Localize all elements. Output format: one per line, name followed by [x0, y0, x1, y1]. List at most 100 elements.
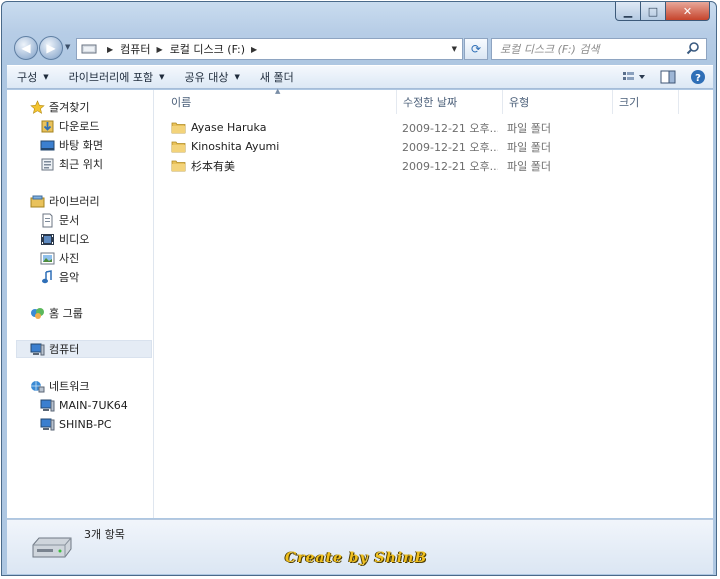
organize-menu[interactable]: 구성 ▼ — [7, 66, 59, 88]
watermark: Create by ShinB — [285, 550, 428, 566]
nav-pictures-label: 사진 — [59, 252, 80, 265]
nav-libraries-label: 라이브러리 — [49, 195, 100, 208]
minimize-button[interactable]: ▁ — [615, 2, 641, 21]
column-header-name[interactable]: 이름 ▲ — [155, 87, 397, 114]
command-bar: 구성 ▼ 라이브러리에 포함 ▼ 공유 대상 ▼ 새 폴더 ? — [7, 65, 713, 89]
search-input[interactable]: 로컬 디스크 (F:) 검색 — [491, 38, 707, 60]
star-icon — [29, 99, 45, 115]
network-computer-icon — [39, 397, 55, 413]
column-header-type[interactable]: 유형 — [503, 90, 613, 114]
file-name: Ayase Haruka — [191, 121, 267, 134]
homegroup-icon — [29, 305, 45, 321]
folder-icon — [171, 160, 186, 172]
file-modified: 2009-12-21 오후... — [402, 121, 498, 135]
nav-main-7uk64-label: MAIN-7UK64 — [59, 398, 128, 412]
search-icon[interactable] — [686, 41, 700, 55]
new-folder-button[interactable]: 새 폴더 — [250, 66, 304, 88]
address-history-dropdown[interactable]: ▼ — [452, 45, 457, 53]
content-area: 즐겨찾기 다운로드 바탕 화면 최근 위치 라이브러리 문서 비디오 사진 음악… — [7, 87, 713, 518]
refresh-button[interactable]: ⟳ — [464, 38, 488, 60]
nav-computer-label: 컴퓨터 — [49, 343, 80, 356]
chevron-down-icon: ▼ — [234, 73, 240, 81]
computer-location-icon — [81, 42, 97, 56]
nav-documents-label: 문서 — [59, 214, 80, 227]
navigation-row: ◀ ▶ ▼ ▶ 컴퓨터 ▶ 로컬 디스크 (F:) ▶ ▼ ⟳ 로컬 디스크 (… — [2, 30, 716, 64]
nav-favorites[interactable]: 즐겨찾기 — [29, 98, 175, 116]
search-placeholder: 로컬 디스크 (F:) 검색 — [500, 43, 600, 56]
new-folder-label: 새 폴더 — [259, 71, 294, 84]
file-modified: 2009-12-21 오후... — [402, 140, 498, 154]
nav-music-label: 음악 — [59, 271, 80, 284]
organize-label: 구성 — [17, 71, 38, 84]
nav-network[interactable]: 네트워크 — [29, 377, 175, 395]
computer-icon — [29, 341, 45, 357]
nav-desktop-label: 바탕 화면 — [59, 139, 103, 152]
caption-buttons: ▁ □ ✕ — [615, 2, 710, 21]
table-row[interactable]: Kinoshita Ayumi 2009-12-21 오후... 파일 폴더 — [155, 137, 713, 156]
column-header-size[interactable]: 크기 — [613, 90, 679, 114]
drive-icon — [32, 537, 72, 558]
back-button[interactable]: ◀ — [14, 36, 38, 60]
network-icon — [29, 378, 45, 394]
navigation-pane[interactable]: 즐겨찾기 다운로드 바탕 화면 최근 위치 라이브러리 문서 비디오 사진 음악… — [7, 90, 154, 518]
nav-videos-label: 비디오 — [59, 233, 90, 246]
recent-pages-dropdown[interactable]: ▼ — [65, 43, 70, 51]
column-name-label: 이름 — [171, 96, 192, 109]
video-icon — [39, 231, 55, 247]
chevron-down-icon: ▼ — [43, 73, 49, 81]
breadcrumb-local-disk[interactable]: 로컬 디스크 (F:) — [170, 41, 245, 57]
column-header-modified[interactable]: 수정한 날짜 — [397, 90, 503, 114]
file-type: 파일 폴더 — [507, 121, 551, 135]
forward-button[interactable]: ▶ — [39, 36, 63, 60]
help-button[interactable]: ? — [683, 66, 713, 88]
library-icon — [29, 193, 45, 209]
nav-shinb-pc-label: SHINB-PC — [59, 417, 112, 431]
preview-pane-icon — [660, 70, 676, 84]
file-name-cell: Ayase Haruka — [171, 118, 395, 137]
file-size — [617, 156, 677, 175]
breadcrumb-separator-icon[interactable]: ▶ — [157, 45, 163, 54]
view-options-button[interactable] — [615, 66, 653, 88]
breadcrumb-separator-icon[interactable]: ▶ — [251, 45, 257, 54]
nav-downloads-label: 다운로드 — [59, 120, 100, 133]
document-icon — [39, 212, 55, 228]
preview-pane-button[interactable] — [653, 66, 683, 88]
network-computer-icon — [39, 416, 55, 432]
folder-icon — [171, 122, 186, 134]
recent-places-icon — [39, 156, 55, 172]
file-size — [617, 118, 677, 137]
include-in-library-menu[interactable]: 라이브러리에 포함 ▼ — [59, 66, 175, 88]
file-name: Kinoshita Ayumi — [191, 140, 280, 153]
nav-homegroup[interactable]: 홈 그룹 — [29, 304, 175, 322]
column-modified-label: 수정한 날짜 — [403, 96, 458, 109]
table-row[interactable]: 杉本有美 2009-12-21 오후... 파일 폴더 — [155, 156, 713, 175]
music-icon — [39, 269, 55, 285]
sort-ascending-icon: ▲ — [275, 87, 281, 95]
file-name-cell: Kinoshita Ayumi — [171, 137, 395, 156]
column-size-label: 크기 — [619, 96, 640, 109]
help-icon: ? — [691, 70, 705, 84]
nav-recent-places-label: 최근 위치 — [59, 158, 103, 171]
refresh-icon: ⟳ — [470, 42, 482, 56]
include-in-library-label: 라이브러리에 포함 — [68, 71, 154, 84]
nav-computer[interactable]: 컴퓨터 — [16, 340, 152, 358]
explorer-window: ▁ □ ✕ ◀ ▶ ▼ ▶ 컴퓨터 ▶ 로컬 디스크 (F:) ▶ ▼ ⟳ 로컬… — [1, 1, 717, 576]
chevron-down-icon: ▼ — [159, 73, 165, 81]
column-type-label: 유형 — [509, 96, 530, 109]
arrow-left-icon: ◀ — [21, 41, 31, 55]
share-with-menu[interactable]: 공유 대상 ▼ — [175, 66, 250, 88]
file-list[interactable]: 이름 ▲ 수정한 날짜 유형 크기 Ayase Haruka 2009-12-2… — [155, 87, 713, 518]
nav-homegroup-label: 홈 그룹 — [49, 307, 83, 320]
nav-libraries[interactable]: 라이브러리 — [29, 192, 175, 210]
close-button[interactable]: ✕ — [666, 2, 710, 21]
breadcrumb-computer[interactable]: 컴퓨터 — [120, 41, 150, 57]
item-count: 3개 항목 — [84, 528, 125, 541]
address-bar[interactable]: ▶ 컴퓨터 ▶ 로컬 디스크 (F:) ▶ ▼ — [76, 38, 463, 60]
svg-text:?: ? — [695, 73, 701, 84]
view-options-icon — [623, 72, 645, 80]
table-row[interactable]: Ayase Haruka 2009-12-21 오후... 파일 폴더 — [155, 118, 713, 137]
breadcrumb-separator-icon[interactable]: ▶ — [107, 45, 113, 54]
desktop-icon — [39, 137, 55, 153]
maximize-button[interactable]: □ — [641, 2, 666, 21]
nav-network-label: 네트워크 — [49, 380, 90, 393]
